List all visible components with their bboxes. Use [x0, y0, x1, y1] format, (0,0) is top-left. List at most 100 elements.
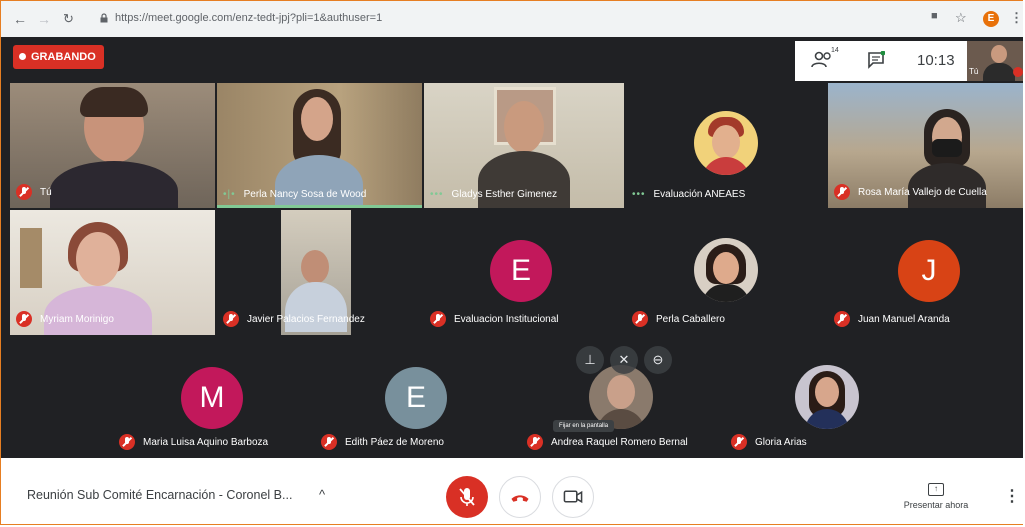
address-bar[interactable]: https://meet.google.com/enz-tedt-jpj?pli… — [115, 12, 382, 24]
self-thumb-head — [991, 45, 1007, 63]
top-right-panel: 14 10:13 Tú — [795, 41, 1023, 81]
browser-menu-icon[interactable]: ⋮ — [1010, 10, 1023, 26]
participant-tile-6[interactable]: Javier Palacios Fernandez — [217, 210, 422, 335]
mic-off-icon — [731, 434, 747, 450]
participant-tile-2[interactable]: ••• Gladys Esther Gimenez — [424, 83, 624, 208]
participant-name: Gladys Esther Gimenez — [451, 189, 558, 200]
participant-tile-11[interactable]: E Edith Páez de Moreno — [315, 337, 515, 458]
camera-toggle-button[interactable] — [552, 476, 594, 518]
participant-tile-13[interactable]: Gloria Arias — [725, 337, 925, 458]
clock: 10:13 — [917, 52, 955, 69]
remove-icon[interactable]: ⊖ — [644, 346, 672, 374]
participant-name: Evaluacion Institucional — [454, 313, 559, 325]
arrow-left-icon[interactable]: ← — [13, 11, 27, 27]
tile-namebar: Andrea Raquel Romero Bernal — [527, 434, 688, 450]
recording-label: GRABANDO — [31, 51, 96, 63]
leave-call-button[interactable] — [499, 476, 541, 518]
participant-tile-4[interactable]: Rosa María Vallejo de Cuella — [828, 83, 1023, 208]
participant-face — [301, 97, 333, 141]
participant-name: Myriam Morinigo — [40, 313, 114, 325]
star-icon[interactable]: ☆ — [955, 10, 967, 26]
door-frame — [20, 228, 42, 288]
record-dot-icon — [19, 52, 26, 60]
chevron-up-icon[interactable]: ^ — [319, 487, 325, 502]
mic-off-icon — [223, 311, 239, 327]
participant-name: Andrea Raquel Romero Bernal — [551, 436, 688, 448]
participant-name: Maria Luisa Aquino Barboza — [143, 436, 269, 448]
face-mask — [932, 139, 962, 157]
participant-name: Perla Nancy Sosa de Wood — [243, 189, 367, 200]
participant-body — [702, 284, 750, 302]
more-options-icon[interactable]: ⋮ — [1004, 486, 1020, 506]
camera-indicator-icon[interactable]: ■ — [931, 10, 938, 22]
mic-off-icon — [321, 434, 337, 450]
mic-off-icon — [430, 311, 446, 327]
tile-namebar: Maria Luisa Aquino Barboza — [119, 434, 268, 450]
pin-tooltip: Fijar en la pantalla — [553, 420, 615, 432]
participant-tile-3[interactable]: ••• Evaluación ANEAES — [626, 83, 826, 208]
participant-face — [301, 250, 329, 284]
present-screen-icon: ↑ — [928, 483, 944, 496]
reload-icon[interactable]: ↻ — [63, 11, 74, 27]
mic-toggle-button[interactable] — [446, 476, 488, 518]
hang-up-icon — [511, 495, 529, 502]
participant-face — [713, 252, 739, 284]
participant-tile-8[interactable]: Perla Caballero — [626, 210, 826, 335]
participant-photo — [795, 365, 859, 429]
present-now-button[interactable]: ↑ Presentar ahora — [896, 478, 976, 510]
tile-namebar: Rosa María Vallejo de Cuella — [834, 184, 987, 200]
self-label: Tú — [969, 67, 979, 76]
recording-badge: GRABANDO — [13, 45, 104, 69]
tile-namebar: Perla Caballero — [632, 311, 725, 327]
speaking-icon: •|• — [223, 189, 236, 200]
arrow-right-icon[interactable]: → — [37, 11, 51, 27]
participant-name: Juan Manuel Aranda — [858, 313, 950, 325]
self-view-thumbnail[interactable]: Tú — [967, 41, 1023, 81]
participant-name: Tú — [40, 186, 52, 198]
speaking-icon: ••• — [430, 189, 444, 200]
participant-avatar: E — [385, 367, 447, 429]
participant-hair — [80, 87, 148, 117]
participant-tile-10[interactable]: M Maria Luisa Aquino Barboza — [113, 337, 313, 458]
participant-name: Rosa María Vallejo de Cuella — [858, 186, 987, 198]
tile-namebar: Edith Páez de Moreno — [321, 434, 444, 450]
participant-face — [76, 232, 120, 286]
participant-tile-0[interactable]: Tú — [10, 83, 215, 208]
tile-namebar: ••• Gladys Esther Gimenez — [430, 189, 557, 200]
mic-off-icon — [1013, 67, 1023, 77]
participant-count: 14 — [831, 47, 839, 54]
pin-icon[interactable]: ⊥ — [576, 346, 604, 374]
tile-namebar: •|• Perla Nancy Sosa de Wood — [223, 189, 366, 200]
participant-avatar: E — [490, 240, 552, 302]
bottom-control-bar: Reunión Sub Comité Encarnación - Coronel… — [1, 458, 1023, 524]
chat-icon[interactable] — [867, 51, 885, 69]
profile-avatar[interactable]: E — [983, 11, 999, 27]
mic-off-icon — [459, 488, 475, 506]
tile-namebar: Myriam Morinigo — [16, 311, 114, 327]
meeting-title[interactable]: Reunión Sub Comité Encarnación - Coronel… — [27, 488, 292, 502]
participant-face — [712, 125, 740, 159]
participant-name: Evaluación ANEAES — [653, 189, 746, 200]
mic-off-icon — [834, 184, 850, 200]
participant-avatar: J — [898, 240, 960, 302]
mute-participant-icon[interactable]: ✕ — [610, 346, 638, 374]
participant-face — [607, 375, 635, 409]
mic-off-icon — [527, 434, 543, 450]
video-camera-icon — [563, 490, 583, 504]
participant-tile-1[interactable]: •|• Perla Nancy Sosa de Wood — [217, 83, 422, 208]
meet-grid: GRABANDO 14 10:13 Tú Tú •|• Perla Nancy … — [1, 37, 1023, 458]
speaking-indicator-bar — [217, 205, 422, 208]
lock-icon[interactable] — [99, 13, 109, 23]
self-thumb-body — [983, 63, 1015, 81]
participant-name: Gloria Arias — [755, 436, 807, 448]
browser-toolbar: ← → ↻ https://meet.google.com/enz-tedt-j… — [1, 1, 1023, 38]
participant-tile-5[interactable]: Myriam Morinigo — [10, 210, 215, 335]
participant-tile-9[interactable]: J Juan Manuel Aranda — [828, 210, 1023, 335]
tile-namebar: Evaluacion Institucional — [430, 311, 559, 327]
mic-off-icon — [834, 311, 850, 327]
participant-tile-7[interactable]: E Evaluacion Institucional — [424, 210, 624, 335]
participant-avatar: M — [181, 367, 243, 429]
participant-face — [504, 101, 544, 153]
participant-name: Perla Caballero — [656, 313, 725, 325]
tile-namebar: Juan Manuel Aranda — [834, 311, 950, 327]
